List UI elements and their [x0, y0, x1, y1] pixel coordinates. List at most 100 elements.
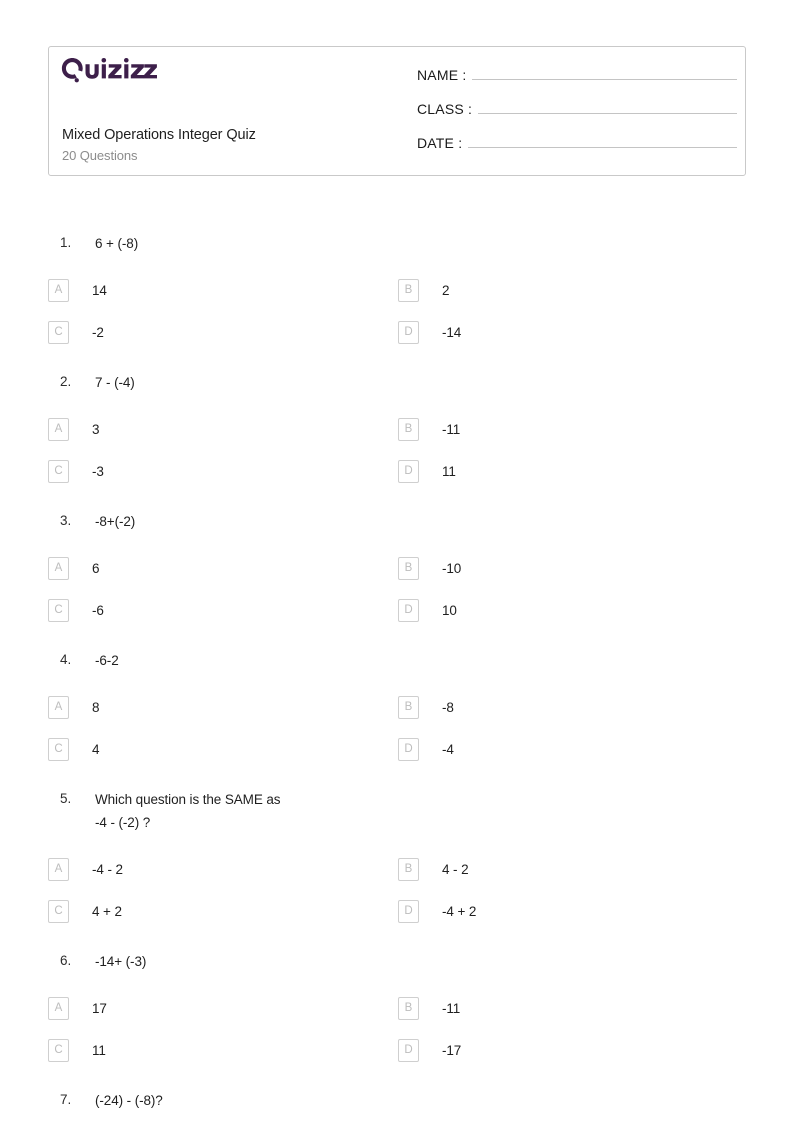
worksheet-header-card: Mixed Operations Integer Quiz 20 Questio… [48, 46, 746, 176]
answer-option[interactable]: B -11 [398, 408, 748, 450]
option-text: 14 [92, 282, 107, 298]
option-letter-box[interactable]: B [398, 556, 419, 580]
option-text: -10 [442, 560, 462, 576]
answer-option[interactable]: B -8 [398, 686, 748, 728]
option-letter-box[interactable]: C [48, 320, 69, 344]
option-letter-box[interactable]: A [48, 278, 69, 302]
option-text: -2 [92, 324, 104, 340]
question-text: -6-2 [95, 653, 119, 668]
option-letter-box[interactable]: D [398, 899, 419, 923]
option-text: -17 [442, 1042, 462, 1058]
question-block: 7. (-24) - (-8)? [0, 1089, 794, 1130]
student-info-fields: NAME : CLASS : DATE : [417, 64, 737, 166]
question-number: 2. [60, 374, 72, 389]
answer-option[interactable]: C4 [48, 728, 398, 770]
option-text: 4 + 2 [92, 903, 122, 919]
question-number: 4. [60, 652, 72, 667]
class-input[interactable] [478, 98, 737, 114]
answer-option[interactable]: B 4 - 2 [398, 848, 748, 890]
option-letter-box[interactable]: C [48, 459, 69, 483]
question-number: 7. [60, 1092, 72, 1107]
option-letter-box[interactable]: D [398, 737, 419, 761]
option-text: -6 [92, 602, 104, 618]
answer-option[interactable]: D -14 [398, 311, 748, 353]
answer-option[interactable]: A 14 [48, 269, 398, 311]
answer-option[interactable]: D 10 [398, 589, 748, 631]
option-text: -11 [442, 421, 461, 437]
question-number: 1. [60, 235, 72, 250]
answer-option[interactable]: D -4 [398, 728, 748, 770]
answer-option[interactable]: A3 [48, 408, 398, 450]
answer-option[interactable]: C 11 [48, 1029, 398, 1071]
answer-option[interactable]: C -3 [48, 450, 398, 492]
option-letter-box[interactable]: A [48, 556, 69, 580]
option-text: 2 [442, 282, 450, 298]
option-text: -4 - 2 [92, 861, 123, 877]
answer-option[interactable]: D -17 [398, 1029, 748, 1071]
answer-option[interactable]: B -10 [398, 547, 748, 589]
question-header: 2. 7 - (-4) [0, 371, 794, 394]
option-text: 11 [92, 1042, 106, 1058]
answer-option[interactable]: D 11 [398, 450, 748, 492]
answer-option[interactable]: B2 [398, 269, 748, 311]
answer-option[interactable]: A 17 [48, 987, 398, 1029]
answer-option[interactable]: C -2 [48, 311, 398, 353]
option-letter-box[interactable]: C [48, 899, 69, 923]
answer-option[interactable]: B -11 [398, 987, 748, 1029]
answer-option[interactable]: C 4 + 2 [48, 890, 398, 932]
name-input[interactable] [472, 64, 737, 80]
question-text: 6 + (-8) [95, 236, 139, 251]
option-letter-box[interactable]: A [48, 857, 69, 881]
quizizz-logo [61, 57, 158, 88]
question-block: 3. -8+(-2) A 6 B -10 C -6 D 10 [0, 510, 794, 649]
question-text: Which question is the SAME as -4 - (-2) … [95, 792, 281, 830]
worksheet-page: Mixed Operations Integer Quiz 20 Questio… [0, 0, 794, 1123]
option-letter-box[interactable]: B [398, 417, 419, 441]
question-block: 6. -14+ (-3) A 17 B -11 C 11 D -17 [0, 950, 794, 1089]
class-field-row: CLASS : [417, 98, 737, 132]
question-header: 4. -6-2 [0, 649, 794, 672]
option-letter-box[interactable]: B [398, 996, 419, 1020]
option-letter-box[interactable]: B [398, 695, 419, 719]
option-text: 4 - 2 [442, 861, 469, 877]
option-letter-box[interactable]: A [48, 417, 69, 441]
option-text: 11 [442, 463, 456, 479]
name-field-row: NAME : [417, 64, 737, 98]
answer-option[interactable]: D -4 + 2 [398, 890, 748, 932]
question-number: 3. [60, 513, 72, 528]
option-text: -3 [92, 463, 104, 479]
option-letter-box[interactable]: B [398, 857, 419, 881]
option-letter-box[interactable]: C [48, 1038, 69, 1062]
option-letter-box[interactable]: A [48, 996, 69, 1020]
page-title: Mixed Operations Integer Quiz [62, 127, 256, 143]
answer-option[interactable]: A -4 - 2 [48, 848, 398, 890]
question-number: 6. [60, 953, 72, 968]
answer-option[interactable]: A6 [48, 547, 398, 589]
question-header: 1. 6 + (-8) [0, 232, 794, 255]
option-text: 8 [92, 699, 100, 715]
answer-option[interactable]: C -6 [48, 589, 398, 631]
option-letter-box[interactable]: A [48, 695, 69, 719]
option-letter-box[interactable]: D [398, 598, 419, 622]
answer-option[interactable]: A8 [48, 686, 398, 728]
option-text: -14 [442, 324, 462, 340]
answer-options: A 3 B -11 C -3 D 11 [0, 408, 794, 492]
question-text: 7 - (-4) [95, 375, 135, 390]
question-header: 6. -14+ (-3) [0, 950, 794, 973]
date-input[interactable] [468, 132, 737, 148]
option-letter-box[interactable]: D [398, 320, 419, 344]
question-header: 3. -8+(-2) [0, 510, 794, 533]
option-text: -4 [442, 741, 454, 757]
option-text: 4 [92, 741, 100, 757]
question-count: 20 Questions [62, 148, 138, 163]
answer-options: A 8 B -8 C 4 D -4 [0, 686, 794, 770]
option-letter-box[interactable]: D [398, 459, 419, 483]
option-letter-box[interactable]: C [48, 598, 69, 622]
option-letter-box[interactable]: D [398, 1038, 419, 1062]
option-text: 10 [442, 602, 457, 618]
option-letter-box[interactable]: B [398, 278, 419, 302]
option-letter-box[interactable]: C [48, 737, 69, 761]
answer-options: A 6 B -10 C -6 D 10 [0, 547, 794, 631]
question-header: 5. Which question is the SAME as -4 - (-2… [0, 788, 794, 834]
question-text: (-24) - (-8)? [95, 1093, 163, 1108]
